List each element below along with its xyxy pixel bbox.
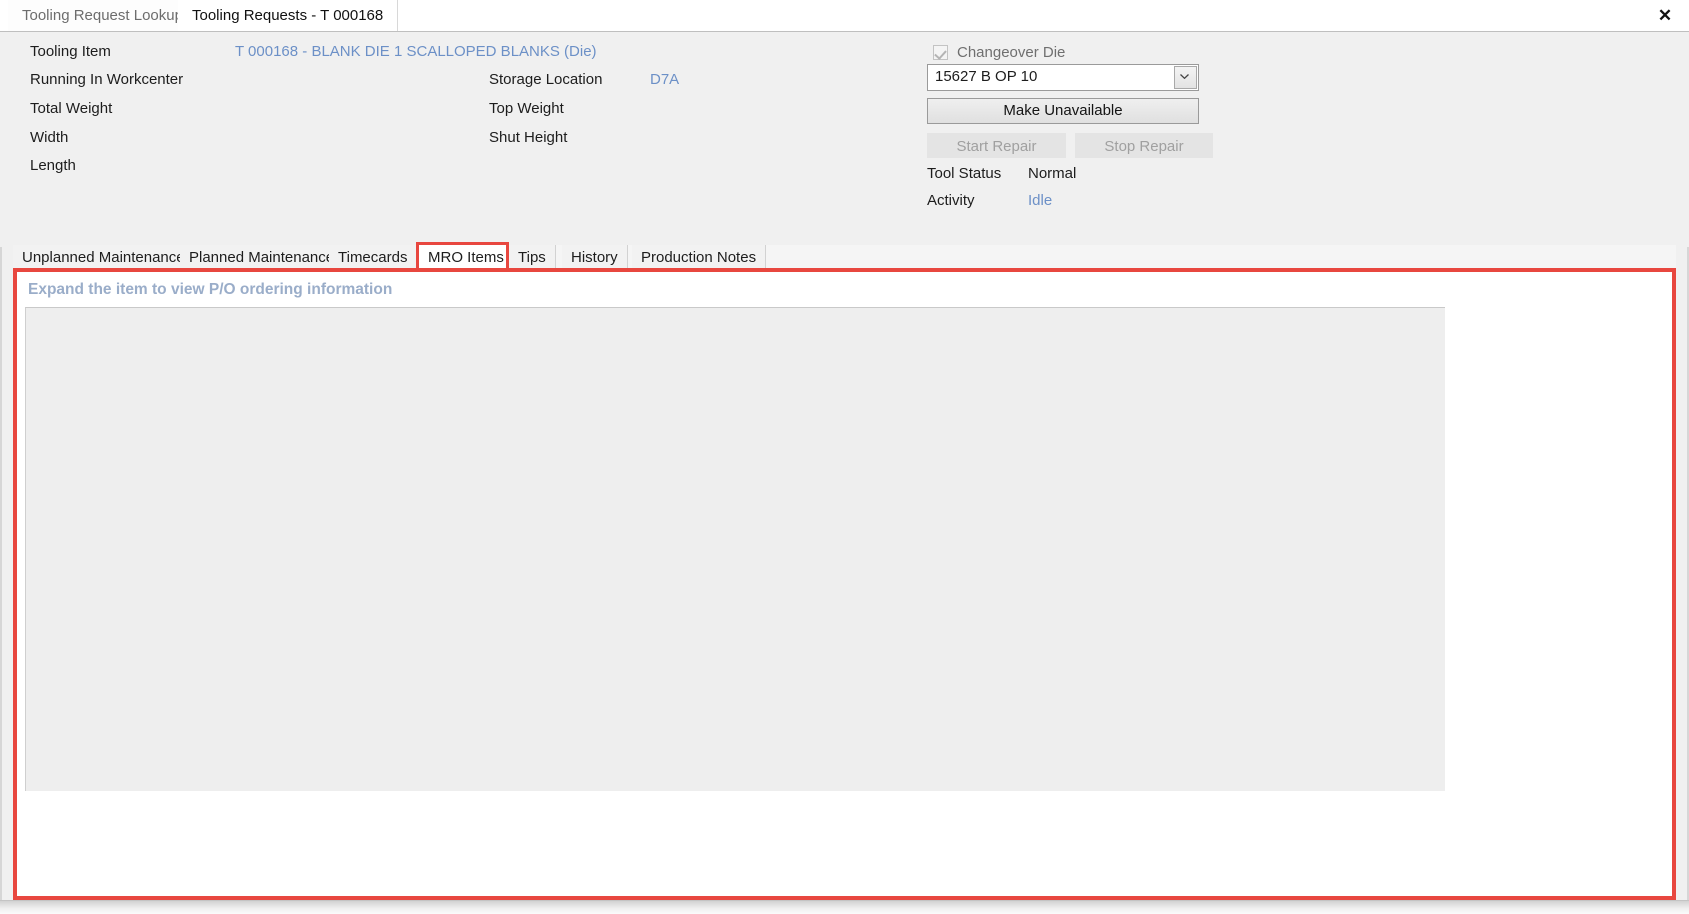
window-tabstrip: Tooling Request Lookup Tooling Requests …	[0, 0, 1689, 32]
tooling-detail-header: Tooling Item Running In Workcenter Total…	[0, 32, 1689, 247]
tab-label: Unplanned Maintenance	[22, 249, 185, 266]
tab-mro-items[interactable]: MRO Items	[419, 245, 514, 271]
value-activity[interactable]: Idle	[1028, 192, 1052, 209]
label-tooling-item: Tooling Item	[30, 43, 111, 60]
expand-item-hint: Expand the item to view P/O ordering inf…	[28, 281, 393, 298]
value-storage-location[interactable]: D7A	[650, 71, 679, 88]
tab-timecards[interactable]: Timecards	[329, 245, 418, 271]
changeover-die-label: Changeover Die	[957, 43, 1066, 61]
label-shut-height: Shut Height	[489, 129, 568, 146]
make-unavailable-button[interactable]: Make Unavailable	[927, 98, 1199, 124]
start-repair-label: Start Repair	[956, 138, 1037, 155]
chevron-down-glyph	[1180, 74, 1189, 79]
tab-unplanned-maintenance[interactable]: Unplanned Maintenance	[13, 245, 195, 271]
label-width: Width	[30, 129, 69, 146]
status-bar	[0, 900, 1689, 914]
label-tool-status: Tool Status	[927, 165, 1002, 182]
close-icon[interactable]: ✕	[1653, 4, 1677, 28]
window-tab-label: Tooling Requests - T 000168	[192, 7, 384, 24]
changeover-die-checkbox[interactable]	[933, 44, 948, 60]
label-total-weight: Total Weight	[30, 100, 113, 117]
mro-items-panel: Expand the item to view P/O ordering inf…	[13, 271, 1676, 900]
label-storage-location: Storage Location	[489, 71, 603, 88]
stop-repair-button: Stop Repair	[1075, 133, 1213, 158]
value-tooling-item[interactable]: T 000168 - BLANK DIE 1 SCALLOPED BLANKS …	[235, 43, 597, 60]
tab-label: History	[571, 249, 618, 266]
tab-label: Tips	[518, 249, 546, 266]
label-running-in-workcenter: Running In Workcenter	[30, 71, 184, 88]
changeover-die-checkbox-row[interactable]: Changeover Die	[933, 42, 1065, 62]
window-tab-tooling-request-lookup[interactable]: Tooling Request Lookup	[8, 0, 198, 31]
tab-label: Timecards	[338, 249, 408, 266]
operation-dropdown-value: 15627 B OP 10	[935, 68, 1038, 85]
tab-tips[interactable]: Tips	[509, 245, 556, 271]
label-length: Length	[30, 157, 76, 174]
tab-planned-maintenance[interactable]: Planned Maintenance	[180, 245, 345, 271]
make-unavailable-label: Make Unavailable	[1003, 102, 1123, 119]
label-activity: Activity	[927, 192, 975, 209]
chevron-down-icon[interactable]	[1174, 66, 1197, 89]
tab-label: Production Notes	[641, 249, 757, 266]
detail-tabbar: Unplanned Maintenance Planned Maintenanc…	[13, 245, 1676, 272]
operation-dropdown[interactable]: 15627 B OP 10	[927, 64, 1199, 91]
start-repair-button: Start Repair	[927, 133, 1066, 158]
tab-history[interactable]: History	[562, 245, 628, 271]
value-tool-status: Normal	[1028, 165, 1077, 182]
mro-items-grid[interactable]	[25, 307, 1445, 791]
tab-production-notes[interactable]: Production Notes	[632, 245, 767, 271]
application-window: Tooling Request Lookup Tooling Requests …	[0, 0, 1689, 914]
window-tab-tooling-requests-t000168[interactable]: Tooling Requests - T 000168	[178, 0, 399, 31]
tab-label: MRO Items	[428, 249, 504, 266]
window-tab-label: Tooling Request Lookup	[22, 7, 183, 24]
stop-repair-label: Stop Repair	[1104, 138, 1184, 155]
tab-label: Planned Maintenance	[189, 249, 335, 266]
label-top-weight: Top Weight	[489, 100, 564, 117]
